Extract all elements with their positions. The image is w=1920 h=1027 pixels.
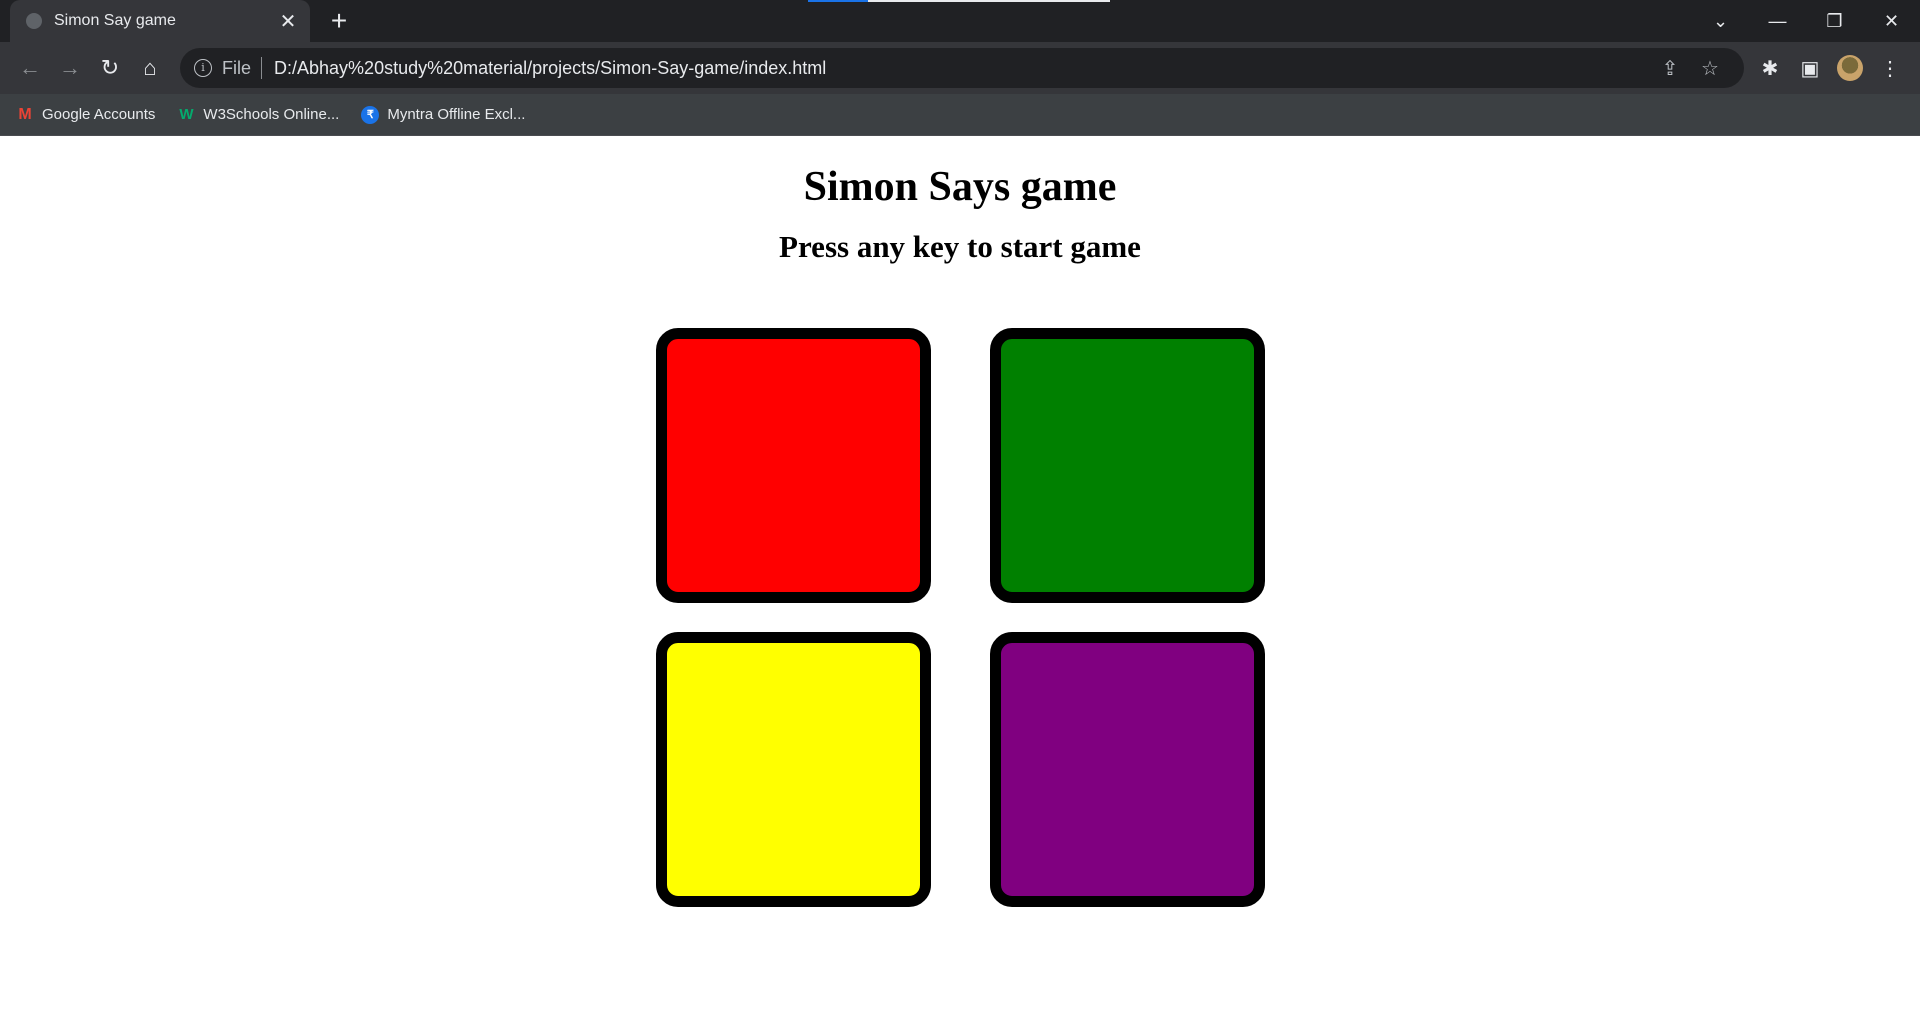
side-panel-icon[interactable]: ▣	[1790, 48, 1830, 88]
profile-avatar[interactable]	[1830, 48, 1870, 88]
rupee-icon: ₹	[361, 105, 380, 124]
close-window-icon[interactable]: ✕	[1863, 0, 1920, 42]
home-icon[interactable]: ⌂	[130, 48, 170, 88]
extensions-icon[interactable]: ✱	[1750, 48, 1790, 88]
loading-progress-bar	[808, 0, 1110, 2]
tab-strip: Simon Say game ✕ + ⌄ — ❐ ✕	[0, 0, 1920, 42]
gmail-icon: M	[18, 105, 32, 123]
page-title: Simon Says game	[803, 164, 1117, 210]
page-content: Simon Says game Press any key to start g…	[0, 136, 1920, 1026]
address-separator	[261, 57, 263, 79]
red-button[interactable]	[656, 328, 931, 603]
bookmark-star-icon[interactable]: ☆	[1690, 56, 1730, 81]
green-button[interactable]	[990, 328, 1265, 603]
info-icon[interactable]: i	[194, 59, 212, 77]
reload-icon[interactable]: ↻	[90, 48, 130, 88]
bookmark-label: Myntra Offline Excl...	[387, 106, 526, 123]
restore-icon[interactable]: ❐	[1806, 0, 1863, 42]
tab-search-icon[interactable]: ⌄	[1692, 0, 1749, 42]
scheme-label: File	[222, 57, 252, 78]
forward-icon[interactable]: →	[50, 48, 90, 88]
minimize-icon[interactable]: —	[1749, 0, 1806, 42]
bookmark-w3schools[interactable]: W W3Schools Online...	[177, 106, 339, 124]
active-tab[interactable]: Simon Say game ✕	[10, 0, 310, 42]
w3schools-icon: W	[179, 106, 194, 123]
bookmark-label: Google Accounts	[42, 106, 156, 123]
bookmark-label: W3Schools Online...	[203, 106, 340, 123]
purple-button[interactable]	[990, 632, 1265, 907]
bookmarks-bar: M Google Accounts W W3Schools Online... …	[0, 94, 1920, 136]
address-bar[interactable]: i File D:/Abhay%20study%20material/proje…	[180, 48, 1744, 88]
yellow-button[interactable]	[656, 632, 931, 907]
globe-icon	[26, 13, 42, 29]
new-tab-button[interactable]: +	[324, 6, 354, 36]
url-text[interactable]: D:/Abhay%20study%20material/projects/Sim…	[274, 58, 1650, 79]
game-status: Press any key to start game	[779, 229, 1141, 264]
tab-title: Simon Say game	[54, 12, 176, 29]
browser-chrome: Simon Say game ✕ + ⌄ — ❐ ✕ ← → ↻ ⌂ i Fil…	[0, 0, 1920, 136]
browser-toolbar: ← → ↻ ⌂ i File D:/Abhay%20study%20materi…	[0, 42, 1920, 94]
back-icon[interactable]: ←	[10, 48, 50, 88]
bookmark-google-accounts[interactable]: M Google Accounts	[16, 106, 155, 124]
bookmark-myntra[interactable]: ₹ Myntra Offline Excl...	[361, 105, 526, 124]
menu-icon[interactable]: ⋮	[1870, 48, 1910, 88]
window-controls: ⌄ — ❐ ✕	[1692, 0, 1920, 42]
close-tab-icon[interactable]: ✕	[278, 9, 298, 34]
share-icon[interactable]: ⇪	[1650, 56, 1690, 81]
avatar	[1837, 55, 1863, 81]
